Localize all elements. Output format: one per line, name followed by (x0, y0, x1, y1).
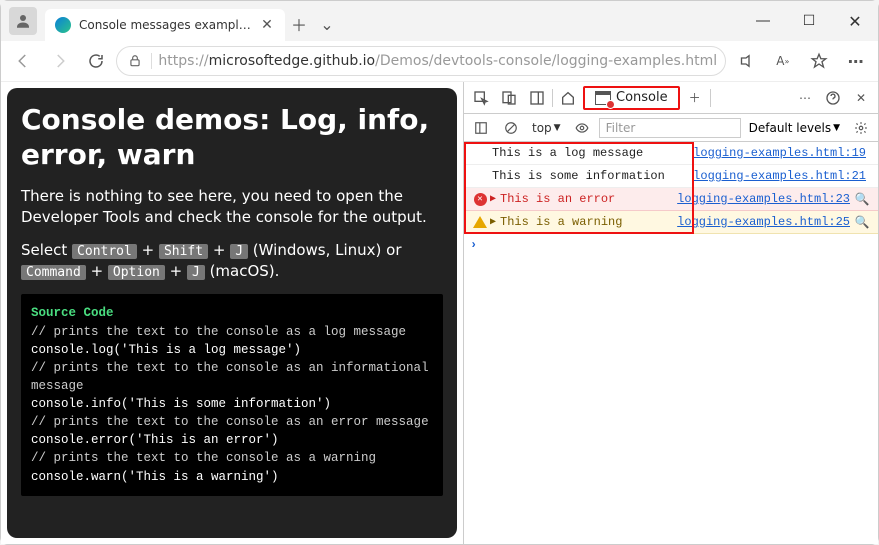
window-close-button[interactable]: ✕ (832, 5, 878, 37)
console-sidebar-toggle[interactable] (468, 115, 494, 141)
source-link[interactable]: logging-examples.html:21 (693, 169, 870, 183)
kbd-control: Control (72, 244, 137, 259)
expand-caret-icon[interactable]: ▶ (490, 193, 496, 205)
intro-text: There is nothing to see here, you need t… (21, 186, 443, 228)
read-aloud-button[interactable] (730, 46, 762, 76)
console-prompt[interactable]: › (464, 234, 878, 256)
inspect-element-button[interactable] (468, 85, 494, 111)
more-tabs-button[interactable]: ＋ (682, 85, 708, 111)
devtools-close-button[interactable]: ✕ (848, 85, 874, 111)
more-menu-button[interactable]: ⋯ (840, 46, 872, 76)
source-link[interactable]: logging-examples.html:19 (693, 146, 870, 160)
reload-button[interactable] (80, 46, 112, 76)
context-selector[interactable]: top ▼ (528, 121, 565, 135)
browser-tab[interactable]: Console messages examples: log ✕ (45, 9, 285, 41)
edge-favicon-icon (55, 17, 71, 33)
favorites-button[interactable] (803, 46, 835, 76)
address-bar[interactable]: https://microsoftedge.github.io/Demos/de… (116, 46, 726, 76)
url-text: https://microsoftedge.github.io/Demos/de… (158, 53, 717, 69)
keyboard-instructions: Select Control + Shift + J (Windows, Lin… (21, 240, 443, 282)
search-icon[interactable]: 🔍 (854, 192, 870, 207)
source-code-block: Source Code // prints the text to the co… (21, 294, 443, 495)
console-row-log[interactable]: This is a log message logging-examples.h… (464, 142, 878, 165)
window-minimize-button[interactable]: ― (740, 5, 786, 37)
filter-input[interactable]: Filter (599, 118, 741, 138)
new-tab-button[interactable]: ＋ (285, 10, 313, 38)
console-row-error[interactable]: ✕ ▶ This is an error logging-examples.ht… (464, 188, 878, 211)
console-row-warn[interactable]: ▶ This is a warning logging-examples.htm… (464, 211, 878, 234)
console-output: This is a log message logging-examples.h… (464, 142, 878, 544)
page-title: Console demos: Log, info, error, warn (21, 102, 443, 172)
search-icon[interactable]: 🔍 (854, 215, 870, 230)
kbd-option: Option (108, 265, 165, 280)
console-row-info[interactable]: This is some information logging-example… (464, 165, 878, 188)
error-icon: ✕ (474, 193, 487, 206)
source-link[interactable]: logging-examples.html:23 (677, 192, 854, 206)
console-tab[interactable]: Console (583, 86, 680, 110)
devtools-panel: Console ＋ ⋯ ✕ top ▼ Filter Default level… (463, 82, 878, 544)
reading-mode-button[interactable]: A» (767, 46, 799, 76)
console-tab-label: Console (616, 90, 668, 105)
kbd-shift: Shift (159, 244, 208, 259)
window-maximize-button[interactable]: ☐ (786, 5, 832, 37)
tab-close-button[interactable]: ✕ (259, 17, 275, 33)
tab-title: Console messages examples: log (79, 18, 251, 32)
dock-side-button[interactable] (524, 85, 550, 111)
kbd-command: Command (21, 265, 86, 280)
console-tab-icon (595, 91, 611, 105)
tab-actions-button[interactable]: ⌄ (313, 10, 341, 38)
page-viewport: Console demos: Log, info, error, warn Th… (1, 82, 463, 544)
clear-console-button[interactable] (498, 115, 524, 141)
log-levels-selector[interactable]: Default levels ▼ (745, 121, 844, 135)
forward-button[interactable] (43, 46, 75, 76)
kbd-j-2: J (187, 265, 205, 280)
site-info-icon[interactable] (125, 54, 145, 68)
expand-caret-icon[interactable]: ▶ (490, 216, 496, 228)
source-link[interactable]: logging-examples.html:25 (677, 215, 854, 229)
back-button[interactable] (7, 46, 39, 76)
devtools-more-button[interactable]: ⋯ (792, 85, 818, 111)
devtools-help-button[interactable] (820, 85, 846, 111)
device-emulation-button[interactable] (496, 85, 522, 111)
profile-button[interactable] (9, 7, 37, 35)
welcome-tab-button[interactable] (555, 85, 581, 111)
kbd-j: J (230, 244, 248, 259)
console-settings-button[interactable] (848, 115, 874, 141)
live-expression-button[interactable] (569, 115, 595, 141)
warning-icon (473, 216, 487, 228)
